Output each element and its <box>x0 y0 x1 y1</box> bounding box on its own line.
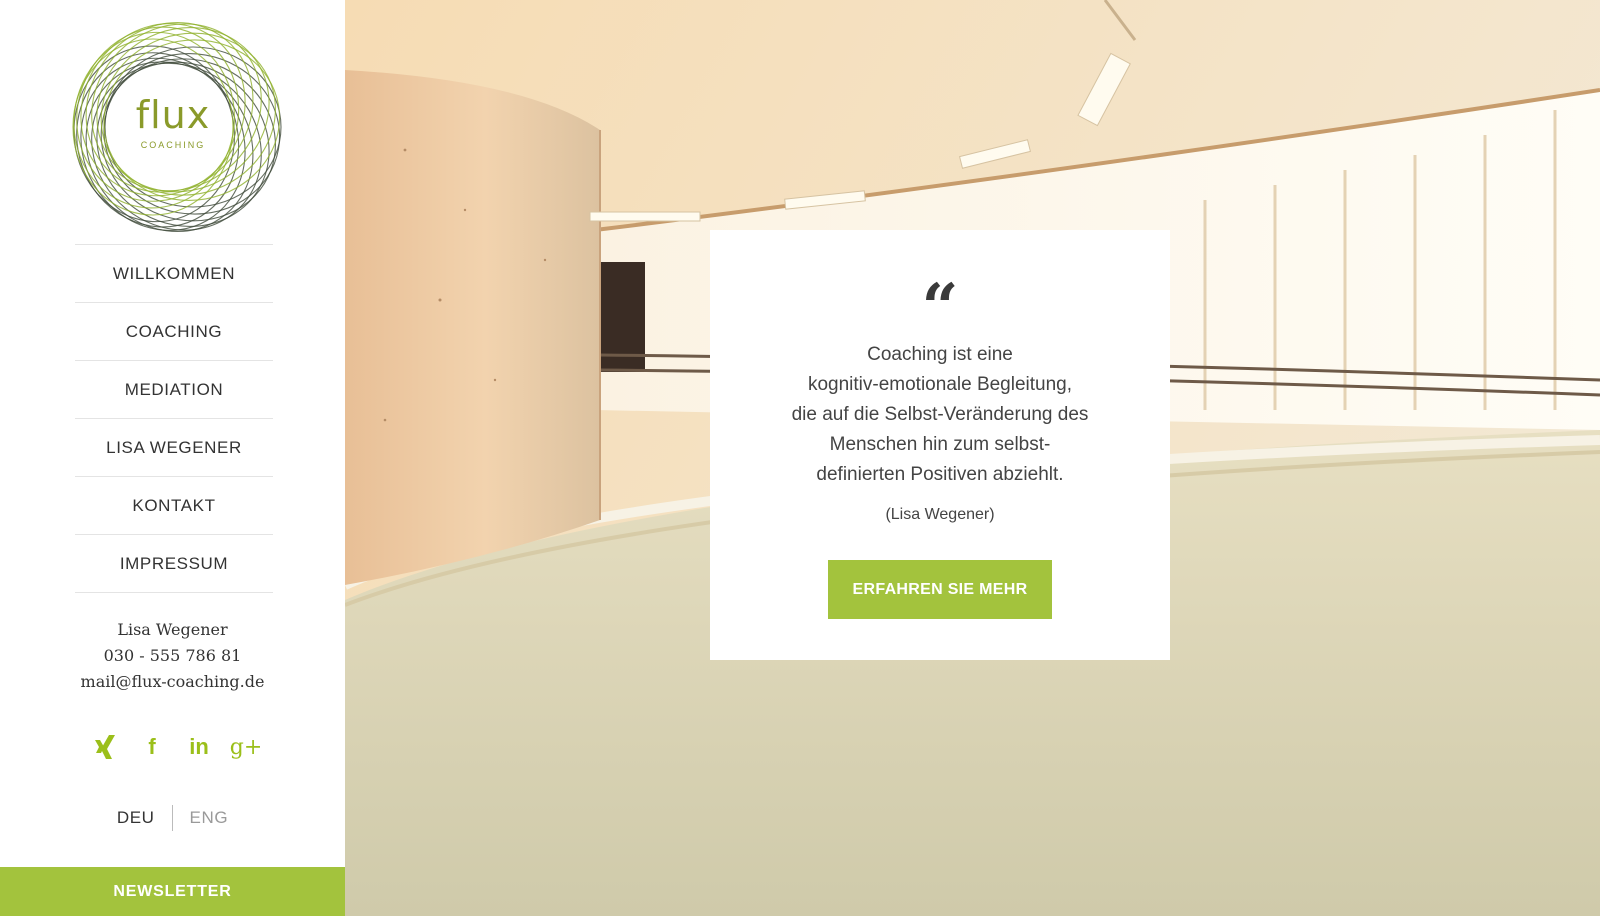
sidebar: flux COACHING WILLKOMMEN COACHING MEDIAT… <box>0 0 345 916</box>
google-plus-icon[interactable]: g+ <box>229 730 263 764</box>
contact-block: Lisa Wegener 030 - 555 786 81 mail@flux-… <box>0 617 345 695</box>
quote-author: (Lisa Wegener) <box>885 506 995 523</box>
facebook-icon[interactable]: f <box>135 730 169 764</box>
language-deu[interactable]: DEU <box>117 808 172 828</box>
contact-name: Lisa Wegener <box>117 620 228 639</box>
flux-coaching-logo[interactable]: flux COACHING <box>60 14 286 240</box>
xing-icon[interactable] <box>88 730 122 764</box>
main-navigation: WILLKOMMEN COACHING MEDIATION LISA WEGEN… <box>75 244 273 593</box>
quote-line: definierten Positiven abziehlt. <box>816 464 1064 485</box>
nav-item-impressum[interactable]: IMPRESSUM <box>75 535 273 593</box>
nav-item-coaching[interactable]: COACHING <box>75 303 273 361</box>
quote-line: kognitiv-emotionale Begleitung, <box>807 374 1073 395</box>
social-links: f in g+ <box>88 730 263 764</box>
nav-item-kontakt[interactable]: KONTAKT <box>75 477 273 535</box>
quote-card: “ Coaching ist eine kognitiv-emotionale … <box>710 230 1170 660</box>
nav-item-willkommen[interactable]: WILLKOMMEN <box>75 245 273 303</box>
newsletter-button[interactable]: NEWSLETTER <box>0 867 345 916</box>
nav-item-lisa-wegener[interactable]: LISA WEGENER <box>75 419 273 477</box>
logo-subtitle: COACHING <box>140 140 206 150</box>
quote-text: Coaching ist eine kognitiv-emotionale Be… <box>710 340 1170 490</box>
language-eng[interactable]: ENG <box>173 808 229 828</box>
nav-item-mediation[interactable]: MEDIATION <box>75 361 273 419</box>
contact-email[interactable]: mail@flux-coaching.de <box>0 669 345 695</box>
learn-more-button[interactable]: ERFAHREN SIE MEHR <box>828 560 1052 619</box>
quote-mark-icon: “ <box>921 270 959 345</box>
linkedin-icon[interactable]: in <box>182 730 216 764</box>
quote-line: Menschen hin zum selbst- <box>829 434 1051 455</box>
language-switcher: DEU ENG <box>0 805 345 831</box>
quote-line: die auf die Selbst-Veränderung des <box>791 404 1089 425</box>
hero-section: “ Coaching ist eine kognitiv-emotionale … <box>345 0 1600 916</box>
logo-name: flux <box>135 93 211 137</box>
quote-line: Coaching ist eine <box>867 344 1013 365</box>
contact-phone[interactable]: 030 - 555 786 81 <box>0 643 345 669</box>
